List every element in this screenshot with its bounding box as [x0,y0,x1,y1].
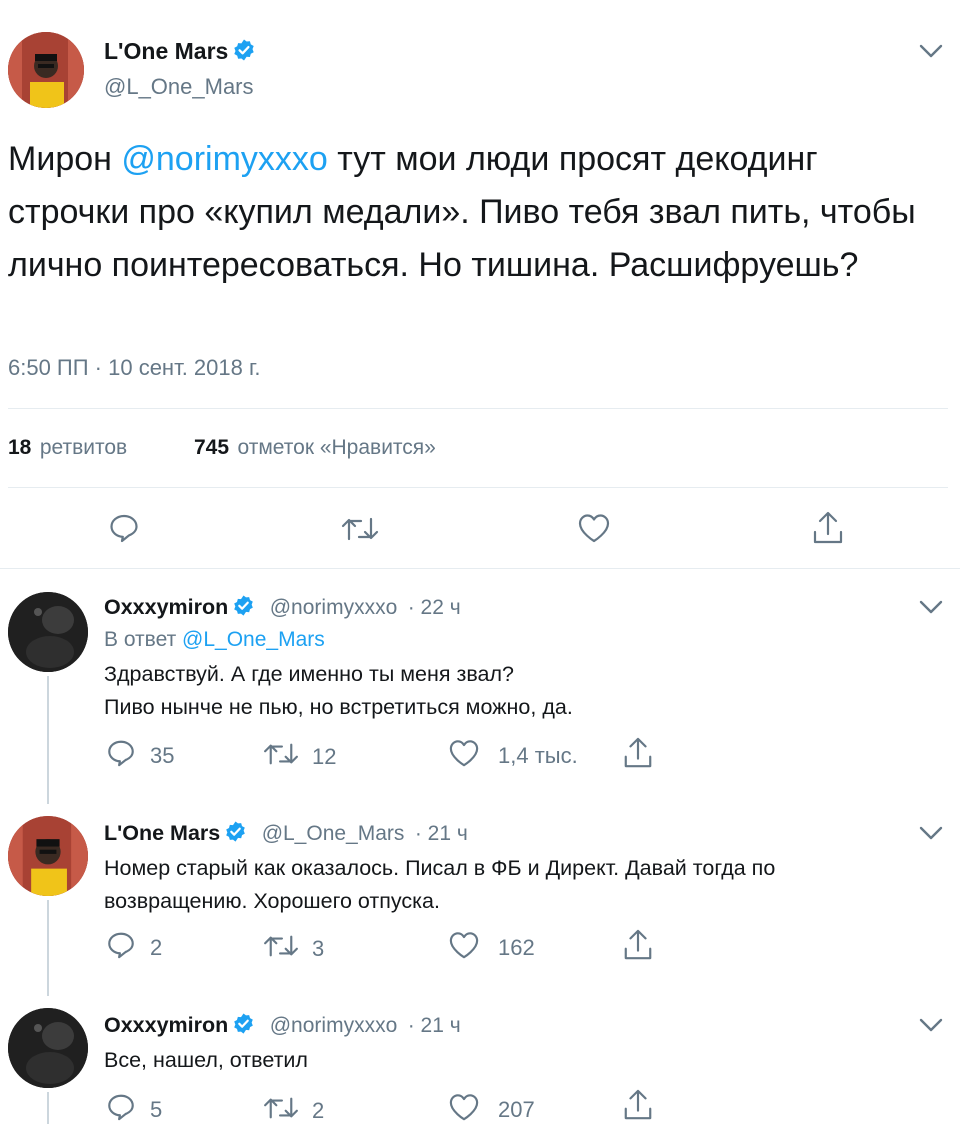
reply-header: Oxxxymiron @norimyxxxo · 21 ч [104,1012,461,1040]
author-avatar[interactable] [8,32,84,108]
reply-text: Номер старый как оказалось. Писал в ФБ и… [104,852,775,918]
verified-badge-icon [232,1012,255,1040]
like-count: 745 [194,436,230,459]
reply-to-link[interactable]: @L_One_Mars [182,628,325,651]
share-icon[interactable] [811,510,845,551]
author-name-row: L'One Mars [104,38,256,67]
reply-header: Oxxxymiron @norimyxxxo · 22 ч [104,594,461,622]
retweet-icon [262,1094,300,1127]
reply-text-line: Номер старый как оказалось. Писал в ФБ и… [104,856,776,880]
tweet-text: Мирон @norimyxxxo тут мои люди просят де… [8,133,938,292]
reply-time[interactable]: · 21 ч [415,822,468,845]
thread-line [47,900,49,996]
reply-count: 5 [150,1096,163,1122]
avatar-image [8,32,84,108]
reply-icon [106,930,136,965]
reply-text-line: возвращению. Хорошего отпуска. [104,889,440,913]
reply-text-line: Пиво нынче не пью, но встретиться можно,… [104,695,573,719]
thread-line [47,1092,49,1124]
reply-action-button[interactable]: 2 [106,930,162,965]
share-icon[interactable] [622,736,654,775]
avatar-image [8,816,88,896]
like-icon [448,930,480,965]
like-action-button[interactable]: 1,4 тыс. [448,738,578,773]
divider [8,487,948,488]
reply-to-line: В ответ @L_One_Mars [104,628,325,652]
reply-text: Все, нашел, ответил [104,1044,308,1077]
tweet-text-start: Мирон [8,140,122,178]
avatar-image [8,592,88,672]
retweet-count: 12 [312,743,337,769]
author-name[interactable]: L'One Mars [104,38,228,64]
reply-text: Здравствуй. А где именно ты меня звал? П… [104,658,573,724]
reply-count: 35 [150,742,175,768]
reply-author-name[interactable]: Oxxxymiron [104,1013,228,1037]
reply-to-prefix: В ответ [104,628,183,651]
retweet-action-button[interactable]: 12 [262,740,336,773]
retweet-action-button[interactable]: 2 [262,1094,324,1127]
retweet-stat[interactable]: 18 ретвитов [8,436,127,460]
like-stat[interactable]: 745 отметок «Нравится» [194,436,436,460]
retweet-label: ретвитов [39,436,128,459]
reply-count: 2 [150,934,163,960]
verified-badge-icon [224,820,247,848]
reply-time[interactable]: · 22 ч [408,596,461,619]
retweet-count: 18 [8,436,32,459]
reply-author-handle[interactable]: @L_One_Mars [262,822,405,845]
like-count: 1,4 тыс. [498,742,578,768]
share-icon[interactable] [622,928,654,967]
reply-author-handle[interactable]: @norimyxxxo [270,596,398,619]
reply-text-line: Здравствуй. А где именно ты меня звал? [104,662,514,686]
like-label: отметок «Нравится» [237,436,436,459]
reply-author-name[interactable]: L'One Mars [104,821,220,845]
reply-time[interactable]: · 21 ч [408,1014,461,1037]
share-icon[interactable] [622,1088,654,1127]
like-icon [448,738,480,773]
reply-icon [106,738,136,773]
verified-badge-icon [232,594,255,622]
divider [0,568,960,569]
reply-text-line: Все, нашел, ответил [104,1048,308,1072]
like-count: 162 [498,934,535,960]
reply-header: L'One Mars @L_One_Mars · 21 ч [104,820,468,848]
retweet-icon[interactable] [340,514,380,549]
retweet-icon [262,932,300,965]
like-count: 207 [498,1096,535,1122]
reply-action-button[interactable]: 5 [106,1092,162,1127]
reply-avatar[interactable] [8,592,88,672]
reply-icon[interactable] [108,512,140,549]
tweet-mention-link[interactable]: @norimyxxxo [121,140,327,178]
reply-author-handle[interactable]: @norimyxxxo [270,1014,398,1037]
chevron-down-icon[interactable] [918,824,944,847]
verified-badge-icon [232,38,256,67]
retweet-count: 3 [312,935,325,961]
chevron-down-icon[interactable] [918,1016,944,1039]
reply-author-name[interactable]: Oxxxymiron [104,595,228,619]
retweet-action-button[interactable]: 3 [262,932,324,965]
chevron-down-icon[interactable] [918,598,944,621]
reply-icon [106,1092,136,1127]
reply-avatar[interactable] [8,1008,88,1088]
tweet-timestamp[interactable]: 6:50 ПП · 10 сент. 2018 г. [8,355,260,381]
like-icon [448,1092,480,1127]
retweet-count: 2 [312,1097,325,1123]
reply-action-button[interactable]: 35 [106,738,174,773]
like-action-button[interactable]: 207 [448,1092,535,1127]
thread-line [47,676,49,804]
like-action-button[interactable]: 162 [448,930,535,965]
reply-avatar[interactable] [8,816,88,896]
divider [8,408,948,409]
avatar-image [8,1008,88,1088]
like-icon[interactable] [577,512,611,549]
chevron-down-icon[interactable] [918,42,944,65]
retweet-icon [262,740,300,773]
author-handle[interactable]: @L_One_Mars [104,74,254,100]
